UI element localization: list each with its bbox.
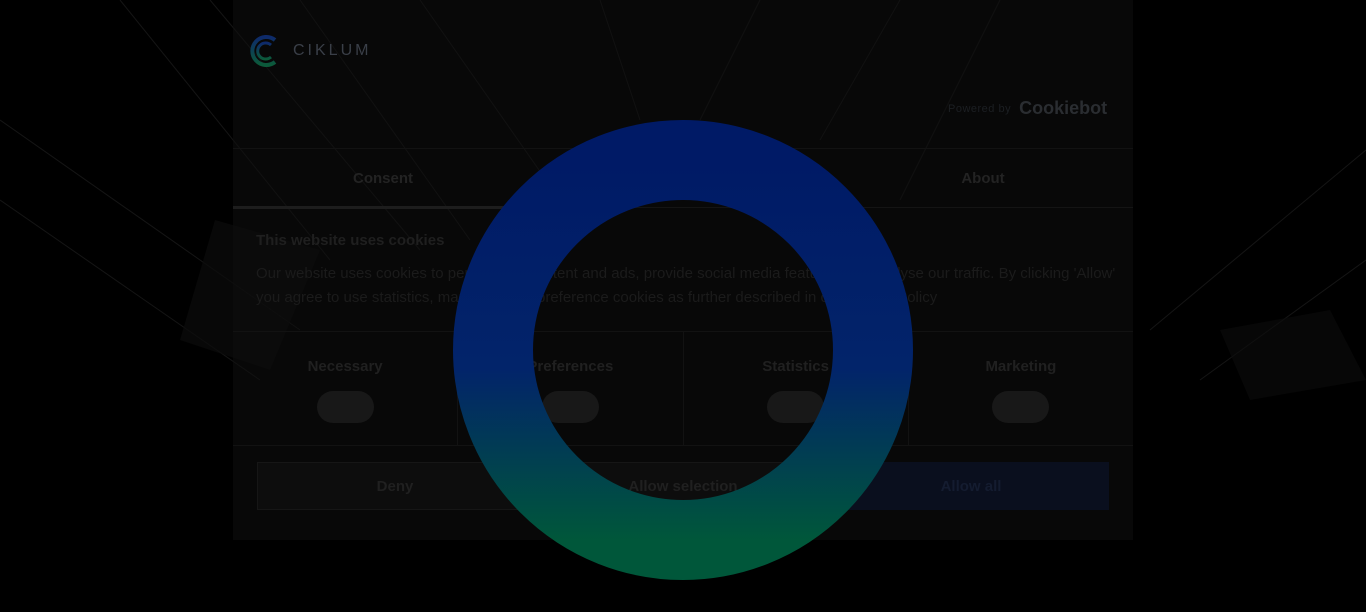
category-statistics: Statistics [684, 332, 909, 445]
consent-buttons: Deny Allow selection Allow all [257, 462, 1109, 510]
allow-all-button[interactable]: Allow all [833, 462, 1109, 510]
allow-selection-button[interactable]: Allow selection [545, 462, 821, 510]
powered-by-label: Powered by [948, 102, 1012, 115]
cookiebot-logo: Cookiebot [1019, 98, 1108, 118]
cookie-policy-link[interactable]: Cookie Policy [846, 289, 937, 306]
statistics-toggle[interactable] [767, 391, 825, 423]
cookie-categories: Necessary Preferences Statistics Marketi… [233, 331, 1133, 446]
category-label: Statistics [762, 358, 829, 375]
tab-about[interactable]: About [833, 149, 1133, 207]
category-label: Marketing [985, 358, 1057, 375]
consent-text: Our website uses cookies to personalise … [256, 262, 1116, 310]
category-label: Necessary [307, 358, 383, 375]
tab-details[interactable]: Details [533, 149, 833, 207]
powered-by[interactable]: Powered by Cookiebot [948, 98, 1107, 119]
consent-body: Our website uses cookies to personalise … [256, 265, 1116, 306]
brand-logo: CIKLUM [249, 34, 371, 68]
category-marketing: Marketing [909, 332, 1133, 445]
category-label: Preferences [527, 358, 614, 375]
deny-button[interactable]: Deny [257, 462, 533, 510]
dialog-tabs: Consent Details About [233, 148, 1133, 209]
ciklum-logo-icon [250, 35, 277, 67]
category-preferences: Preferences [458, 332, 684, 445]
consent-title: This website uses cookies [256, 232, 445, 249]
tab-consent[interactable]: Consent [233, 149, 533, 209]
category-necessary: Necessary [233, 332, 459, 445]
marketing-toggle[interactable] [992, 391, 1050, 423]
brand-name: CIKLUM [293, 42, 372, 59]
preferences-toggle[interactable] [541, 391, 599, 423]
necessary-toggle[interactable] [316, 391, 374, 423]
page: CIKLUM Powered by Cookiebot Consent Deta… [0, 0, 1366, 612]
